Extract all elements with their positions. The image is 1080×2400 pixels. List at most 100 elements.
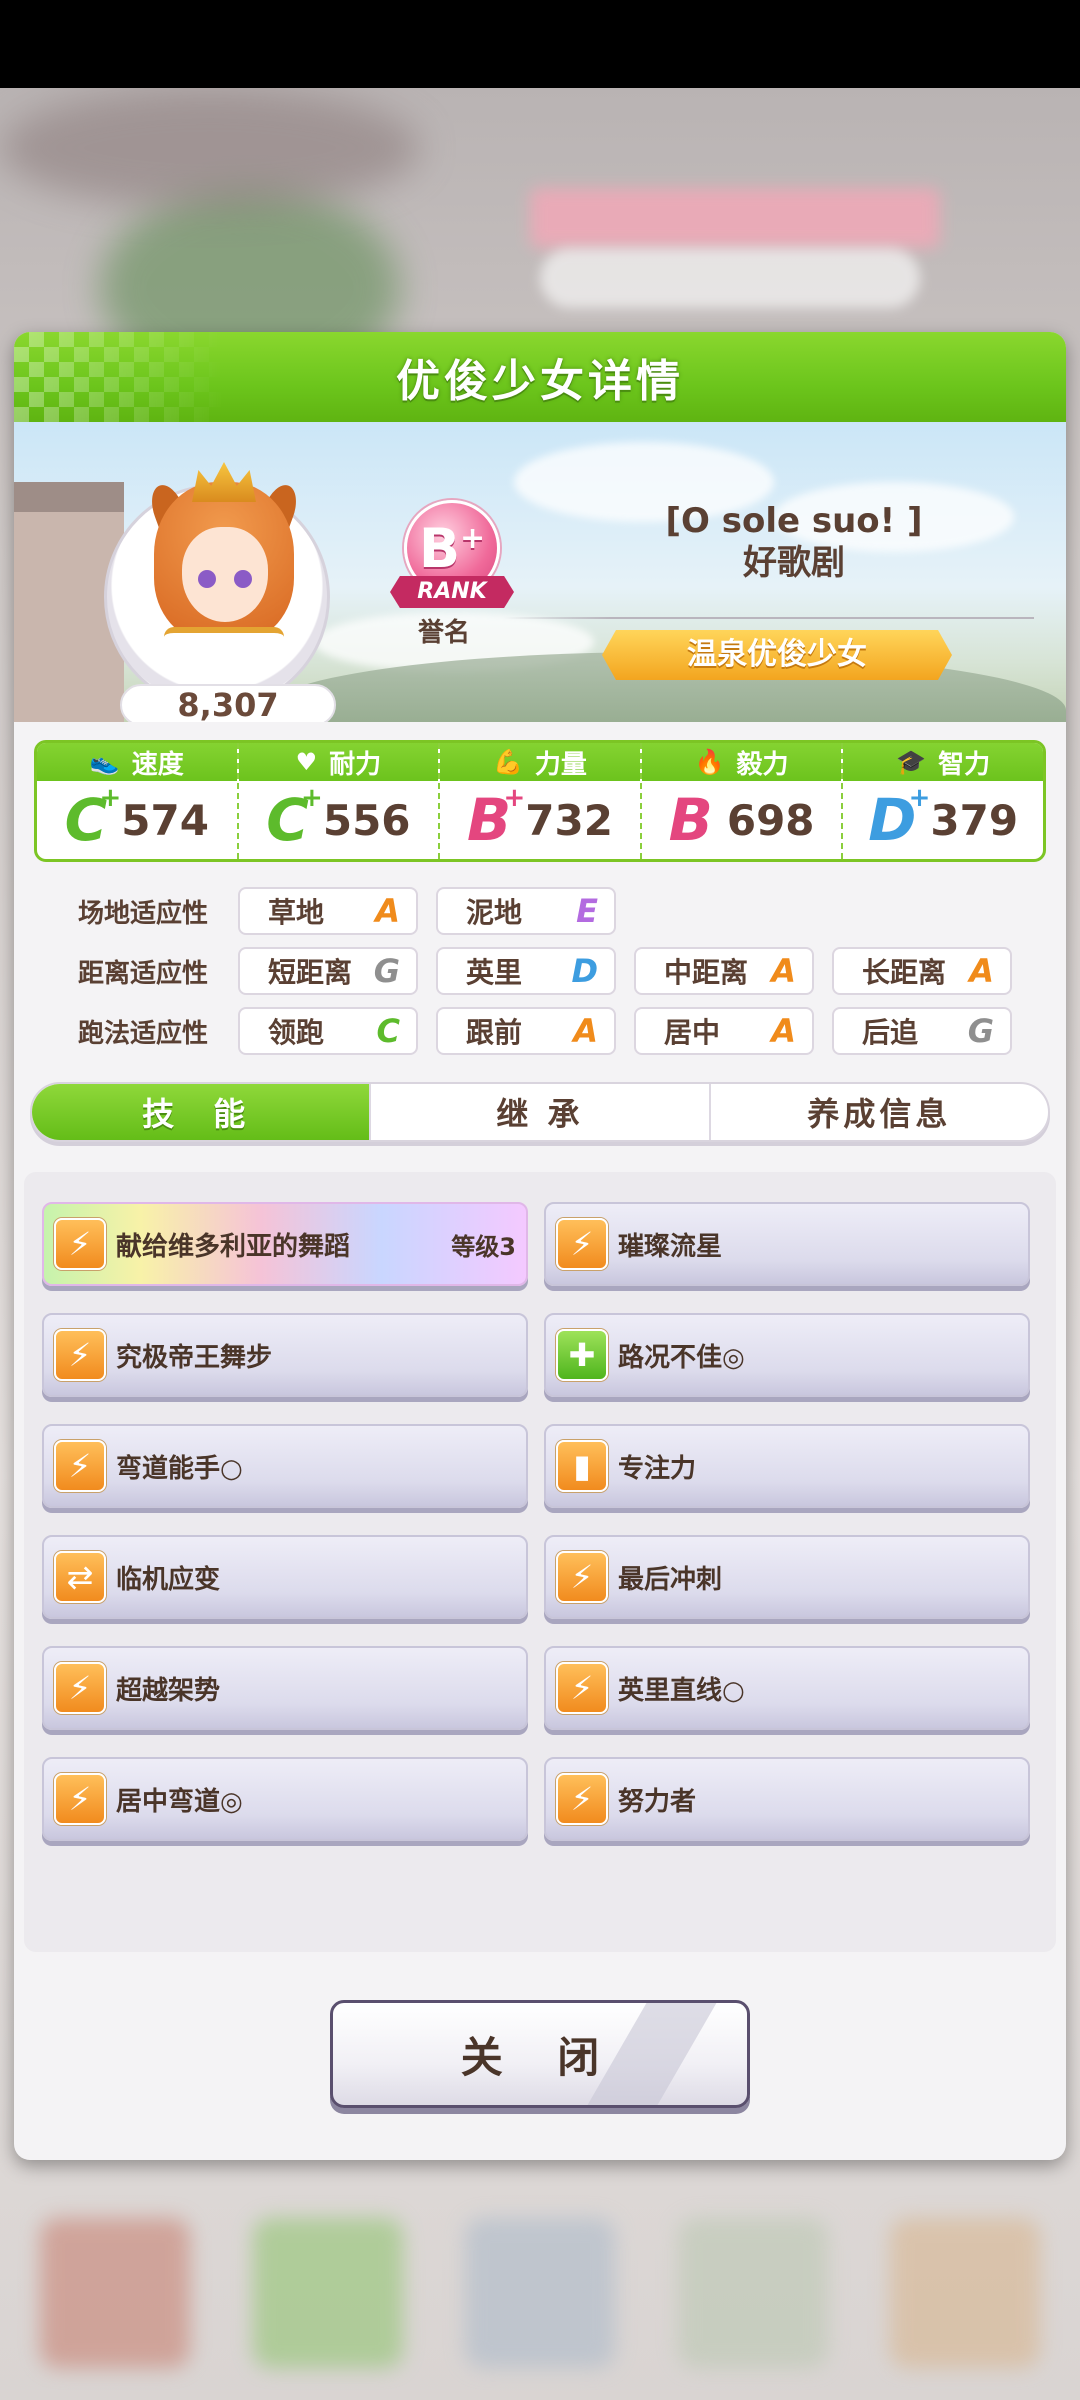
stat-value: 379: [930, 795, 1019, 845]
bg-menu-icon: [252, 2218, 403, 2368]
stat-value: 698: [726, 795, 815, 845]
aptitude-long: 长距离 A: [832, 947, 1012, 995]
rank-badge: B + RANK: [390, 500, 514, 612]
stat-name: 耐力: [329, 749, 382, 780]
speed-skill-icon: ⚡: [556, 1218, 608, 1270]
skill-item[interactable]: ⚡ 英里直线○: [544, 1646, 1030, 1730]
epithet-outfit: [O sole suo! ]: [665, 501, 923, 541]
stat-value: 556: [322, 795, 411, 845]
skill-item[interactable]: ⚡ 献给维多利亚的舞蹈 等级3: [42, 1202, 528, 1286]
focus-skill-icon: ▮: [556, 1440, 608, 1492]
bg-banner-lower: [540, 248, 920, 308]
tab-skills[interactable]: 技 能: [32, 1084, 372, 1140]
close-button-label: 关 闭: [460, 2032, 620, 2082]
skill-name: 弯道能手○: [116, 1453, 243, 1484]
aptitude-label: 跑法适应性: [78, 1018, 209, 1049]
skill-item[interactable]: ⚡ 超越架势: [42, 1646, 528, 1730]
bg-building-roof: [14, 482, 124, 512]
close-button[interactable]: 关 闭: [330, 2000, 750, 2108]
title-tag: 温泉优俊少女: [602, 630, 952, 680]
skill-name: 居中弯道◎: [116, 1786, 243, 1817]
skill-name: 究极帝王舞步: [116, 1342, 273, 1373]
skill-name: 超越架势: [116, 1675, 221, 1706]
detail-tabs: 技 能 继 承 养成信息: [30, 1082, 1050, 1142]
stat-grade: C +: [266, 783, 323, 854]
aptitude-medium: 中距离 A: [634, 947, 814, 995]
skill-item[interactable]: ⚡ 璀璨流星: [544, 1202, 1030, 1286]
status-bar: [0, 0, 1080, 88]
stat-name: 力量: [534, 749, 587, 780]
stat-stamina: ♥ 耐力 C +556: [238, 743, 441, 859]
speed-skill-icon: ⚡: [54, 1773, 106, 1825]
skill-item[interactable]: ⚡ 弯道能手○: [42, 1424, 528, 1508]
muscle-icon: 💪: [493, 748, 523, 776]
rank-plus: +: [460, 520, 486, 556]
header-pattern: [14, 332, 224, 422]
profile-banner: 8,307 B + RANK 誉名 [O sole suo! ] 好歌剧 温泉优俊…: [14, 422, 1066, 722]
bg-menu-icon: [40, 2218, 190, 2368]
dialog-title: 优俊少女详情: [396, 356, 684, 407]
stat-grade: B: [668, 786, 713, 854]
avatar[interactable]: [144, 462, 304, 667]
tab-training-info[interactable]: 养成信息: [711, 1084, 1048, 1140]
muscle-skill-icon: ✚: [556, 1329, 608, 1381]
heart-icon: ♥: [295, 748, 318, 776]
fans-count: 8,307: [120, 684, 336, 722]
speed-skill-icon: ⚡: [556, 1551, 608, 1603]
avatar-eye-right: [234, 570, 252, 588]
skill-item[interactable]: ⚡ 居中弯道◎: [42, 1757, 528, 1841]
tab-inheritance[interactable]: 继 承: [371, 1084, 711, 1140]
stat-name: 毅力: [736, 749, 789, 780]
skill-name: 临机应变: [116, 1564, 221, 1595]
aptitude-pace: 跟前 A: [436, 1007, 616, 1055]
aptitude-style-row: 跑法适应性 领跑 C 跟前 A 居中 A 后追 G: [38, 1006, 1048, 1056]
aptitude-sprint: 短距离 G: [238, 947, 418, 995]
aptitude-label: 距离适应性: [78, 958, 209, 989]
aptitude-front: 领跑 C: [238, 1007, 418, 1055]
avatar-eye-left: [198, 570, 216, 588]
stat-grade: D +: [868, 783, 931, 854]
aptitude-label: 场地适应性: [78, 898, 209, 929]
graduation-cap-icon: 🎓: [896, 748, 927, 776]
skill-name: 璀璨流星: [618, 1231, 723, 1262]
flame-icon: 🔥: [694, 748, 725, 776]
bg-roof-shape: [0, 88, 420, 208]
skill-item[interactable]: ✚ 路况不佳◎: [544, 1313, 1030, 1397]
skills-panel: ⚡ 献给维多利亚的舞蹈 等级3 ⚡ 璀璨流星 ⚡ 究极帝王舞步 ✚ 路况不佳◎ …: [24, 1172, 1056, 1952]
skill-name: 献给维多利亚的舞蹈: [116, 1231, 351, 1262]
aptitude-end: 后追 G: [832, 1007, 1012, 1055]
stat-speed: 👟 速度 C +574: [37, 743, 239, 859]
umamusume-detail-dialog: 优俊少女详情 8,307 B + RANK 誉名 [O sole suo!] …: [14, 332, 1066, 2160]
character-name: 好歌剧: [743, 543, 845, 583]
speed-skill-icon: ⚡: [54, 1662, 106, 1714]
speed-skill-icon: ⚡: [54, 1329, 106, 1381]
avatar-collar: [164, 627, 284, 667]
skill-item[interactable]: ⚡ 究极帝王舞步: [42, 1313, 528, 1397]
skill-name: 努力者: [618, 1786, 697, 1817]
skill-name: 专注力: [618, 1453, 697, 1484]
stat-name: 智力: [938, 749, 991, 780]
rank-ribbon: RANK: [390, 576, 514, 608]
shoe-icon: 👟: [89, 748, 120, 776]
aptitude-track-row: 场地适应性 草地 A 泥地 E: [38, 886, 1048, 936]
stat-wisdom: 🎓 智力 D +379: [843, 743, 1043, 859]
stat-value: 732: [525, 795, 613, 845]
aptitude-dirt: 泥地 E: [436, 887, 616, 935]
speed-skill-icon: ⚡: [556, 1662, 608, 1714]
skill-item[interactable]: ⇄ 临机应变: [42, 1535, 528, 1619]
rank-label: 誉名: [418, 618, 471, 648]
dialog-header: 优俊少女详情: [14, 332, 1066, 422]
bg-menu-icon: [890, 2218, 1040, 2368]
skill-name: 最后冲刺: [618, 1564, 723, 1595]
skill-item[interactable]: ⚡ 最后冲刺: [544, 1535, 1030, 1619]
lane-change-skill-icon: ⇄: [54, 1551, 106, 1603]
stat-power: 💪 力量 B +732: [440, 743, 642, 859]
bg-banner: [530, 188, 940, 248]
stats-panel: 👟 速度 C +574 ♥ 耐力 C +556 💪 力量 B +732 🔥 毅力 B 698 🎓…: [34, 740, 1046, 862]
speed-skill-icon: ⚡: [54, 1218, 106, 1270]
stat-grade: B +: [467, 783, 526, 854]
skill-item[interactable]: ▮ 专注力: [544, 1424, 1030, 1508]
stat-grade: C +: [64, 783, 122, 854]
skill-item[interactable]: ⚡ 努力者: [544, 1757, 1030, 1841]
stat-name: 速度: [131, 749, 184, 780]
